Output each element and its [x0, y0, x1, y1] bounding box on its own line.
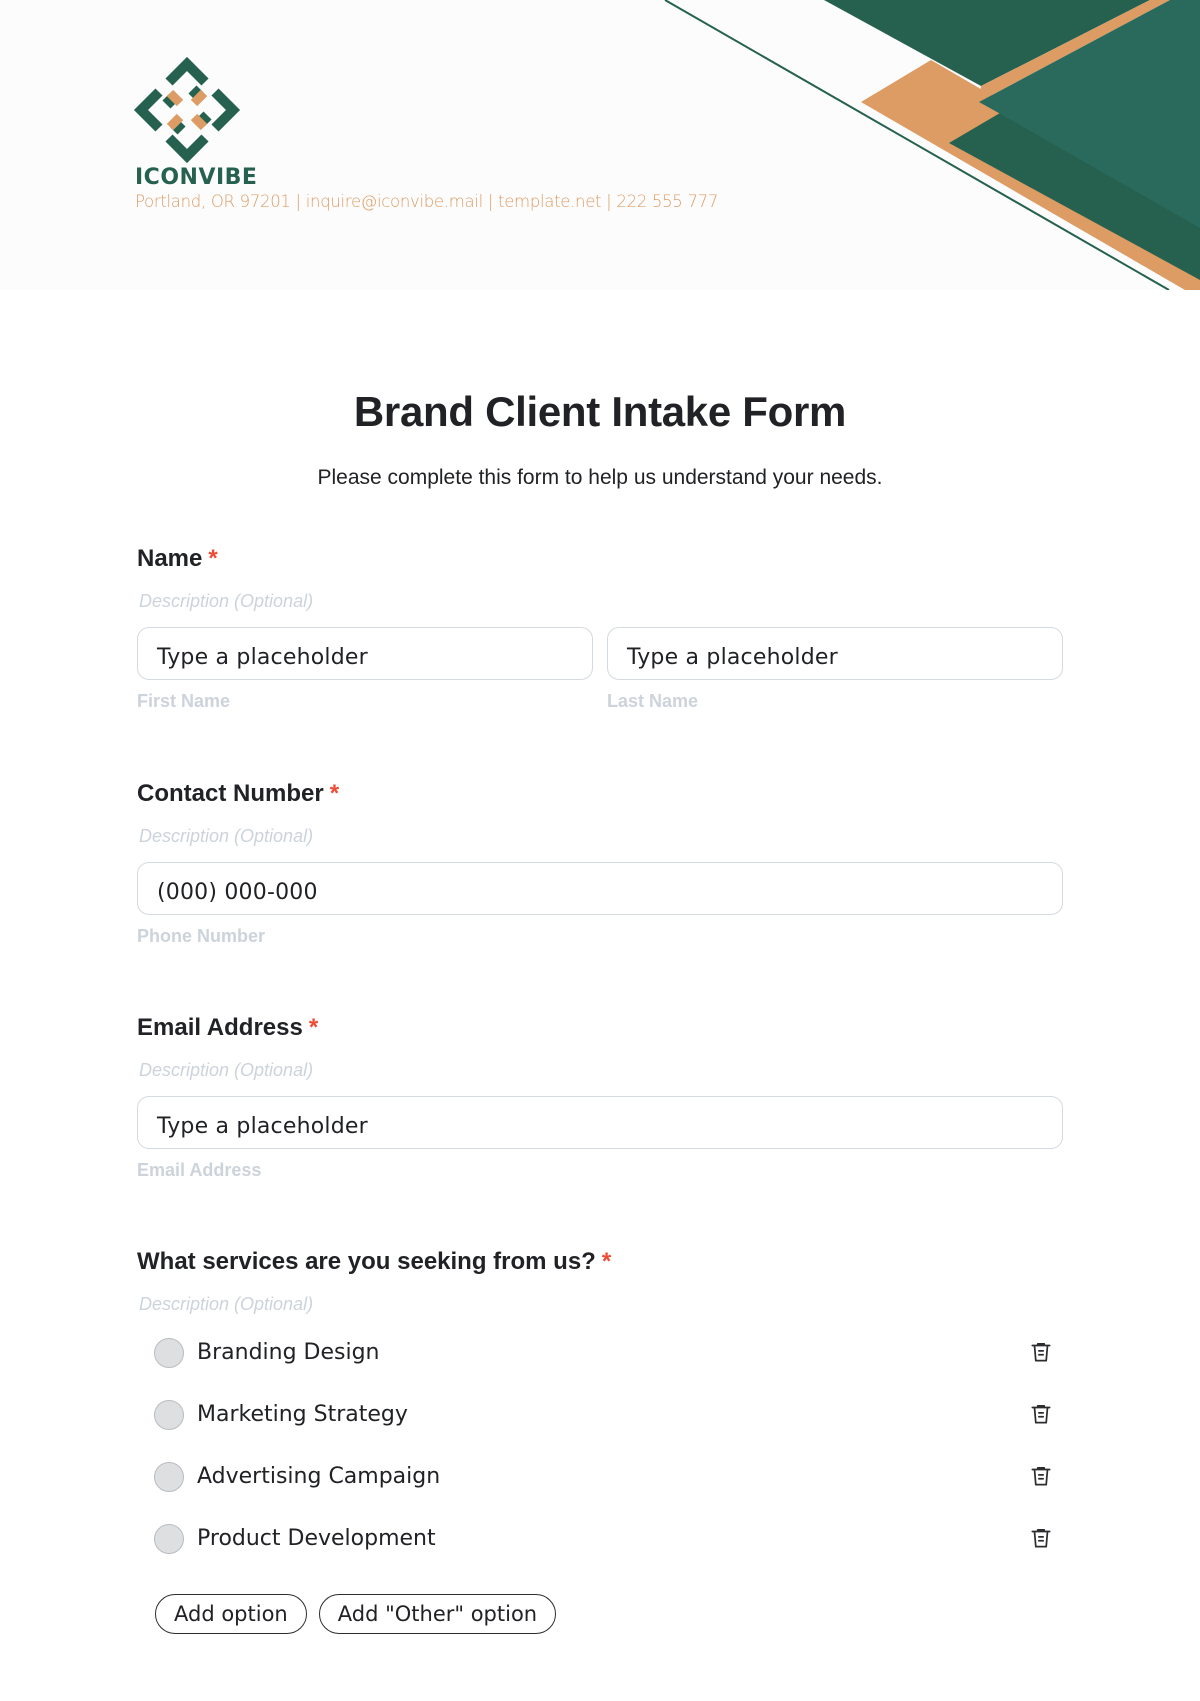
brand-name: ICONVIBE	[135, 165, 258, 190]
first-name-placeholder: Type a placeholder	[157, 645, 368, 670]
option-label[interactable]: Marketing Strategy	[197, 1400, 408, 1430]
description-field[interactable]: Description (Optional)	[139, 589, 1063, 613]
question-email-address: Email Address * Description (Optional) Ty…	[137, 1012, 1063, 1181]
trash-icon[interactable]	[1028, 1401, 1054, 1427]
last-name-helper[interactable]: Last Name	[607, 690, 1063, 712]
question-label: Email Address *	[137, 1012, 1063, 1044]
description-field[interactable]: Description (Optional)	[139, 1058, 1063, 1082]
option-item: Branding Design	[137, 1336, 1063, 1398]
required-asterisk: *	[208, 545, 218, 572]
add-other-option-button[interactable]: Add "Other" option	[318, 1594, 557, 1634]
question-label-text[interactable]: Email Address	[137, 1014, 303, 1041]
phone-placeholder: (000) 000-000	[157, 880, 318, 905]
question-label-text[interactable]: What services are you seeking from us?	[137, 1248, 596, 1275]
description-field[interactable]: Description (Optional)	[139, 824, 1063, 848]
phone-helper[interactable]: Phone Number	[137, 925, 1063, 947]
radio-button[interactable]	[154, 1400, 184, 1430]
email-placeholder: Type a placeholder	[157, 1114, 368, 1139]
last-name-field: Type a placeholder Last Name	[607, 627, 1063, 712]
email-field: Type a placeholder Email Address	[137, 1096, 1063, 1181]
first-name-field: Type a placeholder First Name	[137, 627, 593, 712]
option-item: Marketing Strategy	[137, 1398, 1063, 1460]
option-actions: Add option Add "Other" option	[155, 1594, 557, 1634]
question-label: Name *	[137, 543, 1063, 575]
option-item: Product Development	[137, 1522, 1063, 1584]
option-item: Advertising Campaign	[137, 1460, 1063, 1522]
required-asterisk: *	[329, 780, 340, 807]
iconvibe-logo-icon	[133, 56, 241, 164]
option-label[interactable]: Branding Design	[197, 1338, 380, 1368]
trash-icon[interactable]	[1028, 1525, 1054, 1551]
phone-input[interactable]: (000) 000-000	[137, 862, 1063, 915]
first-name-helper[interactable]: First Name	[137, 690, 593, 712]
option-label[interactable]: Advertising Campaign	[197, 1462, 440, 1492]
trash-icon[interactable]	[1028, 1339, 1054, 1365]
phone-field: (000) 000-000 Phone Number	[137, 862, 1063, 947]
letterhead-header: ICONVIBE Portland, OR 97201 | inquire@ic…	[0, 0, 1200, 290]
brand-contact-line: Portland, OR 97201 | inquire@iconvibe.ma…	[135, 192, 719, 211]
radio-button[interactable]	[154, 1462, 184, 1492]
question-label-text[interactable]: Contact Number	[137, 780, 324, 807]
last-name-placeholder: Type a placeholder	[627, 645, 838, 670]
trash-icon[interactable]	[1028, 1463, 1054, 1489]
description-field[interactable]: Description (Optional)	[139, 1292, 1063, 1316]
email-input[interactable]: Type a placeholder	[137, 1096, 1063, 1149]
form-title: Brand Client Intake Form	[353, 388, 847, 435]
question-name: Name * Description (Optional) Type a plac…	[137, 543, 1063, 712]
required-asterisk: *	[308, 1014, 319, 1041]
radio-button[interactable]	[154, 1524, 184, 1554]
question-services: What services are you seeking from us? * …	[137, 1246, 1063, 1584]
first-name-input[interactable]: Type a placeholder	[137, 627, 593, 680]
question-contact-number: Contact Number * Description (Optional) (…	[137, 778, 1063, 947]
option-label[interactable]: Product Development	[197, 1524, 436, 1554]
email-helper[interactable]: Email Address	[137, 1159, 1063, 1181]
last-name-input[interactable]: Type a placeholder	[607, 627, 1063, 680]
add-option-button[interactable]: Add option	[155, 1594, 307, 1634]
question-label-text[interactable]: Name	[137, 545, 202, 572]
question-label: What services are you seeking from us? *	[137, 1246, 1063, 1278]
form-subtitle: Please complete this form to help us und…	[317, 466, 883, 489]
question-label: Contact Number *	[137, 778, 1063, 810]
radio-button[interactable]	[154, 1338, 184, 1368]
options-list: Branding Design Marketing Strategy Adver…	[137, 1336, 1063, 1584]
required-asterisk: *	[601, 1248, 612, 1275]
